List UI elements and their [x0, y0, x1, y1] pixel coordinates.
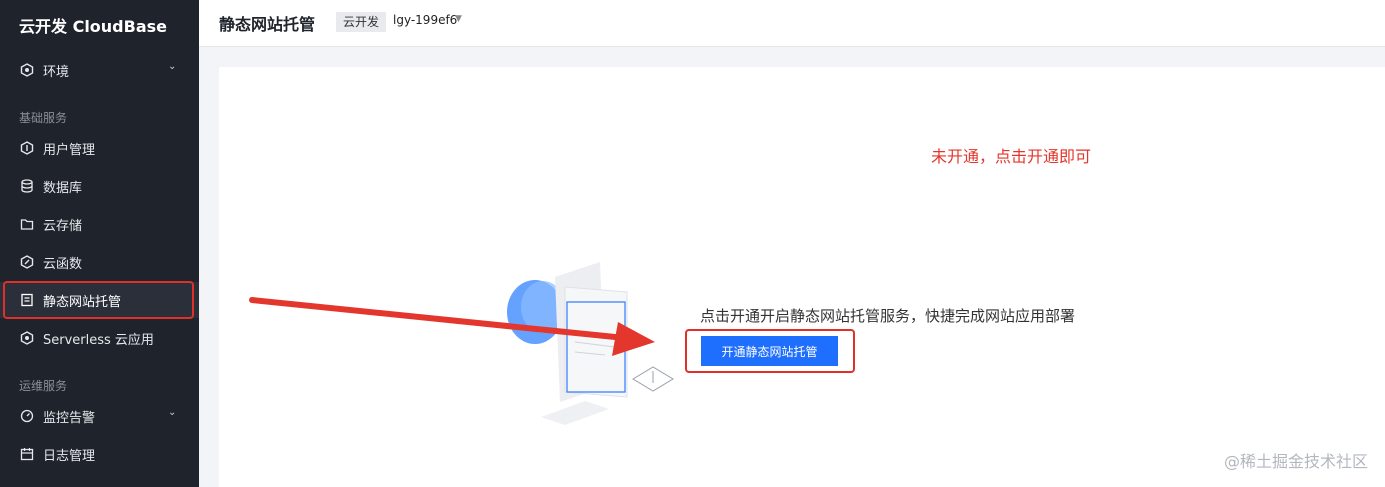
sidebar-item-env[interactable]: 环境 ⌄ — [0, 52, 199, 88]
section-basic: 基础服务 — [19, 111, 68, 125]
chevron-down-icon: ⌄ — [168, 61, 177, 72]
gauge-icon — [19, 408, 35, 424]
enable-hosting-button[interactable]: 开通静态网站托管 — [701, 336, 838, 366]
sidebar-item-label: 云函数 — [43, 257, 83, 272]
sidebar-item-label: 日志管理 — [43, 449, 96, 464]
main-panel: 未开通，点击开通即可 点击开通开启静态网站托管服务，快捷完成网站应用部署 开通静… — [219, 67, 1385, 487]
sidebar-item-label: 环境 — [43, 65, 70, 80]
hosting-illustration — [507, 262, 674, 425]
hexagon-icon — [19, 62, 35, 78]
hexagon-icon — [19, 330, 35, 346]
sidebar-item-database[interactable]: 数据库 — [0, 168, 199, 204]
sidebar-item-functions[interactable]: 云函数 — [0, 244, 199, 280]
function-icon — [19, 254, 35, 270]
sidebar-item-serverless[interactable]: Serverless 云应用 — [0, 320, 199, 356]
brand-title: 云开发 CloudBase — [19, 17, 168, 36]
description-text: 点击开通开启静态网站托管服务，快捷完成网站应用部署 — [700, 307, 1076, 325]
sidebar-item-label: 监控告警 — [43, 411, 96, 426]
sidebar: 云开发 CloudBase 环境 ⌄ 基础服务 用户管理 数据库 云存储 云函数 — [0, 0, 199, 487]
annotation-note: 未开通，点击开通即可 — [931, 147, 1092, 166]
caret-down-icon[interactable]: ▼ — [455, 14, 462, 24]
env-selector[interactable]: lgy-199ef6 — [393, 13, 457, 27]
database-icon — [19, 178, 35, 194]
sidebar-item-storage[interactable]: 云存储 — [0, 206, 199, 242]
highlight-box — [3, 281, 194, 319]
env-badge: 云开发 — [336, 12, 387, 32]
top-header: 静态网站托管 云开发 lgy-199ef6 ▼ — [199, 0, 1385, 47]
sidebar-item-label: 云存储 — [43, 219, 83, 234]
sidebar-item-users[interactable]: 用户管理 — [0, 130, 199, 166]
calendar-icon — [19, 446, 35, 462]
sidebar-item-label: 数据库 — [43, 181, 83, 196]
page-title: 静态网站托管 — [219, 15, 316, 34]
sidebar-item-logs[interactable]: 日志管理 — [0, 436, 199, 472]
user-shield-icon — [19, 140, 35, 156]
section-ops: 运维服务 — [19, 379, 68, 393]
chevron-down-icon: ⌄ — [168, 407, 177, 418]
watermark: @稀土掘金技术社区 — [1223, 452, 1368, 471]
folder-icon — [19, 216, 35, 232]
sidebar-item-monitoring[interactable]: 监控告警 ⌄ — [0, 398, 199, 434]
sidebar-item-label: Serverless 云应用 — [43, 333, 154, 348]
sidebar-item-label: 用户管理 — [43, 143, 96, 158]
